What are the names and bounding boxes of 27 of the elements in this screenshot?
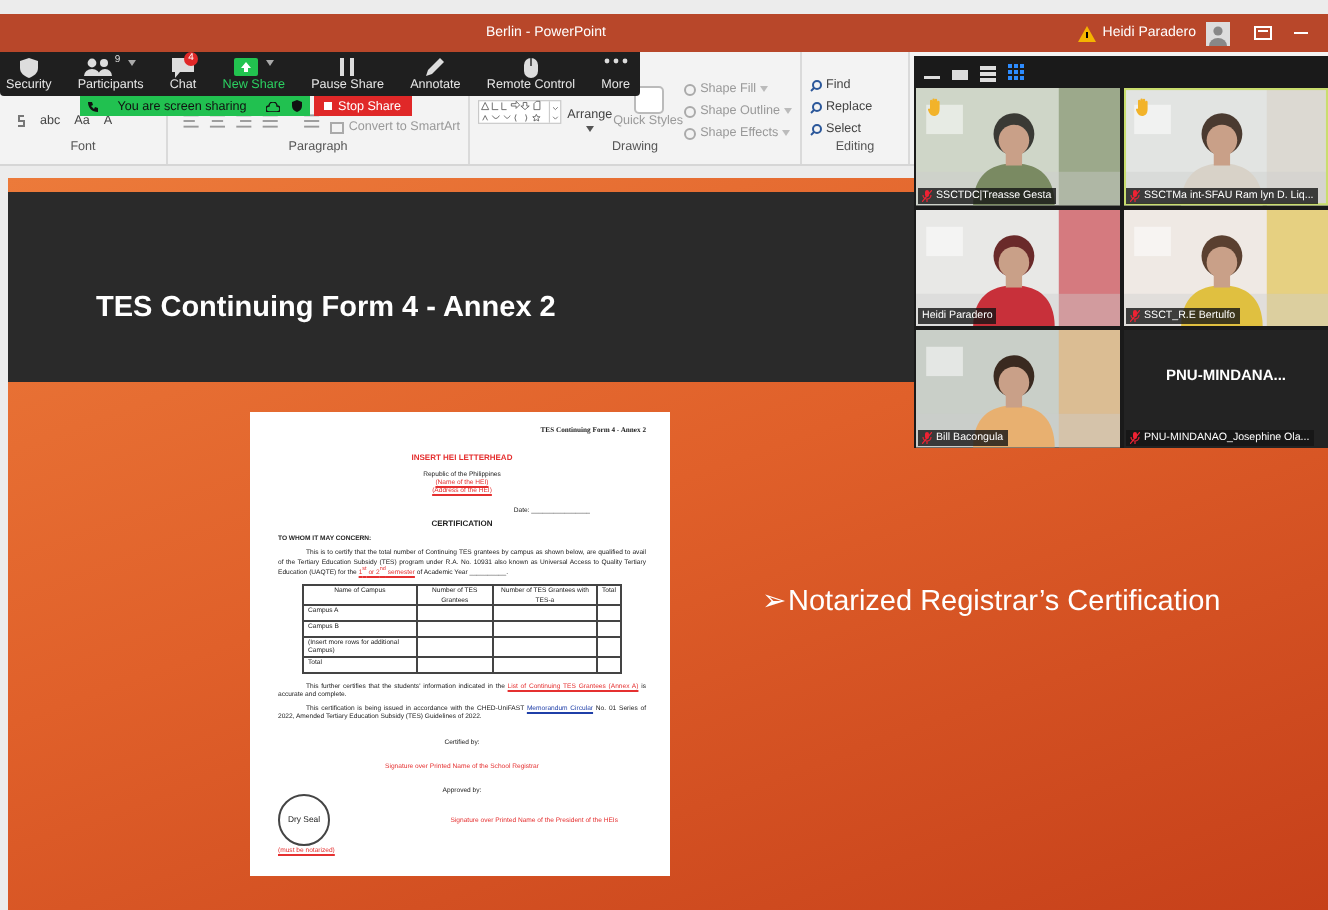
slide-title: TES Continuing Form 4 - Annex 2 (96, 291, 556, 323)
style-preview-icon[interactable] (633, 86, 664, 114)
ribbon-display-icon[interactable] (1254, 26, 1272, 40)
caret-icon[interactable] (128, 60, 137, 66)
search-icon[interactable] (810, 123, 822, 135)
caret-icon[interactable] (265, 60, 274, 66)
people-icon (84, 58, 113, 76)
more-icon (603, 58, 628, 64)
share-icon (233, 58, 258, 76)
search-icon[interactable] (810, 101, 822, 113)
shield-icon (19, 58, 38, 78)
pause-icon (340, 58, 355, 76)
bullet-point: ➢Notarized Registrar’s Certification (762, 584, 1221, 618)
minimize-icon[interactable] (1294, 31, 1308, 35)
pencil-icon (426, 58, 445, 76)
cloud-icon[interactable] (266, 101, 280, 111)
view-strip-icon[interactable] (980, 63, 996, 81)
participant-count: 9 (114, 54, 121, 66)
warning-icon[interactable] (1078, 25, 1097, 41)
format-icon[interactable] (16, 114, 26, 128)
shield-icon[interactable] (292, 100, 302, 112)
mouse-icon (523, 58, 538, 78)
caret-icon[interactable] (585, 126, 594, 132)
phone-icon (88, 101, 98, 111)
view-gallery-icon[interactable] (1008, 63, 1024, 81)
search-icon[interactable] (810, 79, 822, 91)
avatar-icon[interactable] (1206, 21, 1230, 45)
